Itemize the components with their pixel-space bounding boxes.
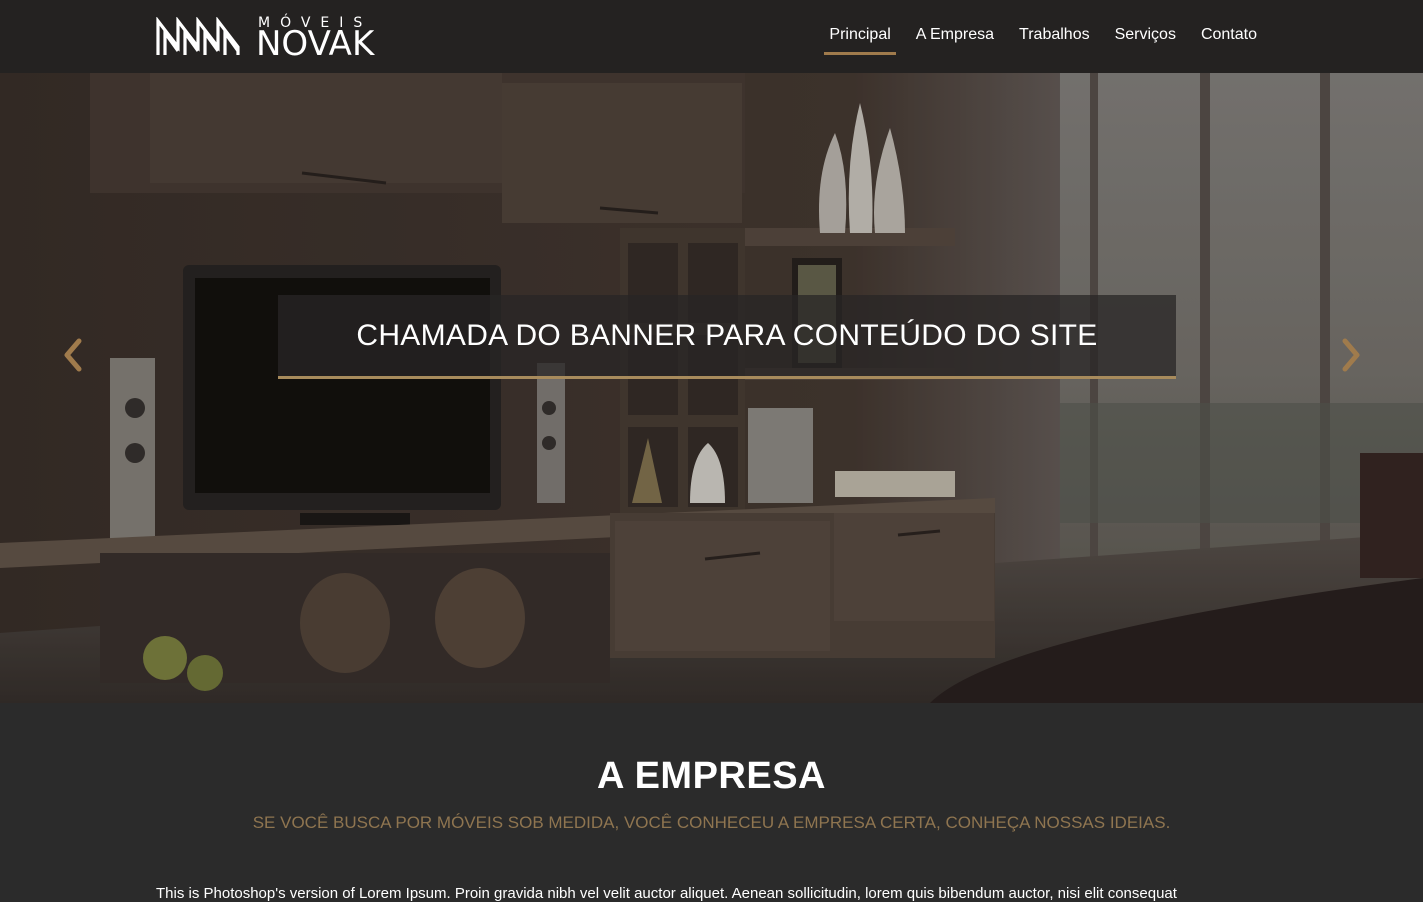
- banner-callout[interactable]: CHAMADA DO BANNER PARA CONTEÚDO DO SITE: [278, 295, 1176, 379]
- chevron-right-icon[interactable]: [1337, 335, 1367, 375]
- logo-mark-icon: [156, 17, 240, 55]
- logo-text: MÓVEIS NOVAK: [256, 15, 386, 64]
- nav-item-principal[interactable]: Principal: [824, 24, 897, 55]
- logo-main-text: NOVAK: [256, 24, 375, 64]
- nav-item-servicos[interactable]: Serviços: [1110, 24, 1181, 51]
- logo[interactable]: MÓVEIS NOVAK: [156, 15, 386, 64]
- nav-item-a-empresa[interactable]: A Empresa: [911, 24, 999, 51]
- section-body-text: This is Photoshop's version of Lorem Ips…: [156, 885, 1177, 902]
- section-title: A EMPRESA: [596, 755, 826, 797]
- chevron-left-icon[interactable]: [57, 335, 87, 375]
- nav-item-contato[interactable]: Contato: [1196, 24, 1262, 51]
- nav-item-trabalhos[interactable]: Trabalhos: [1014, 24, 1095, 51]
- section-subtitle: SE VOCÊ BUSCA POR MÓVEIS SOB MEDIDA, VOC…: [252, 813, 1171, 832]
- hero-slider: CHAMADA DO BANNER PARA CONTEÚDO DO SITE: [0, 73, 1423, 703]
- hero-overlay: [0, 73, 1423, 703]
- site-header: MÓVEIS NOVAK Principal A Empresa Trabalh…: [0, 0, 1423, 73]
- empresa-section: A EMPRESA SE VOCÊ BUSCA POR MÓVEIS SOB M…: [0, 703, 1423, 902]
- main-nav: Principal A Empresa Trabalhos Serviços C…: [809, 24, 1262, 55]
- banner-text: CHAMADA DO BANNER PARA CONTEÚDO DO SITE: [356, 318, 1098, 352]
